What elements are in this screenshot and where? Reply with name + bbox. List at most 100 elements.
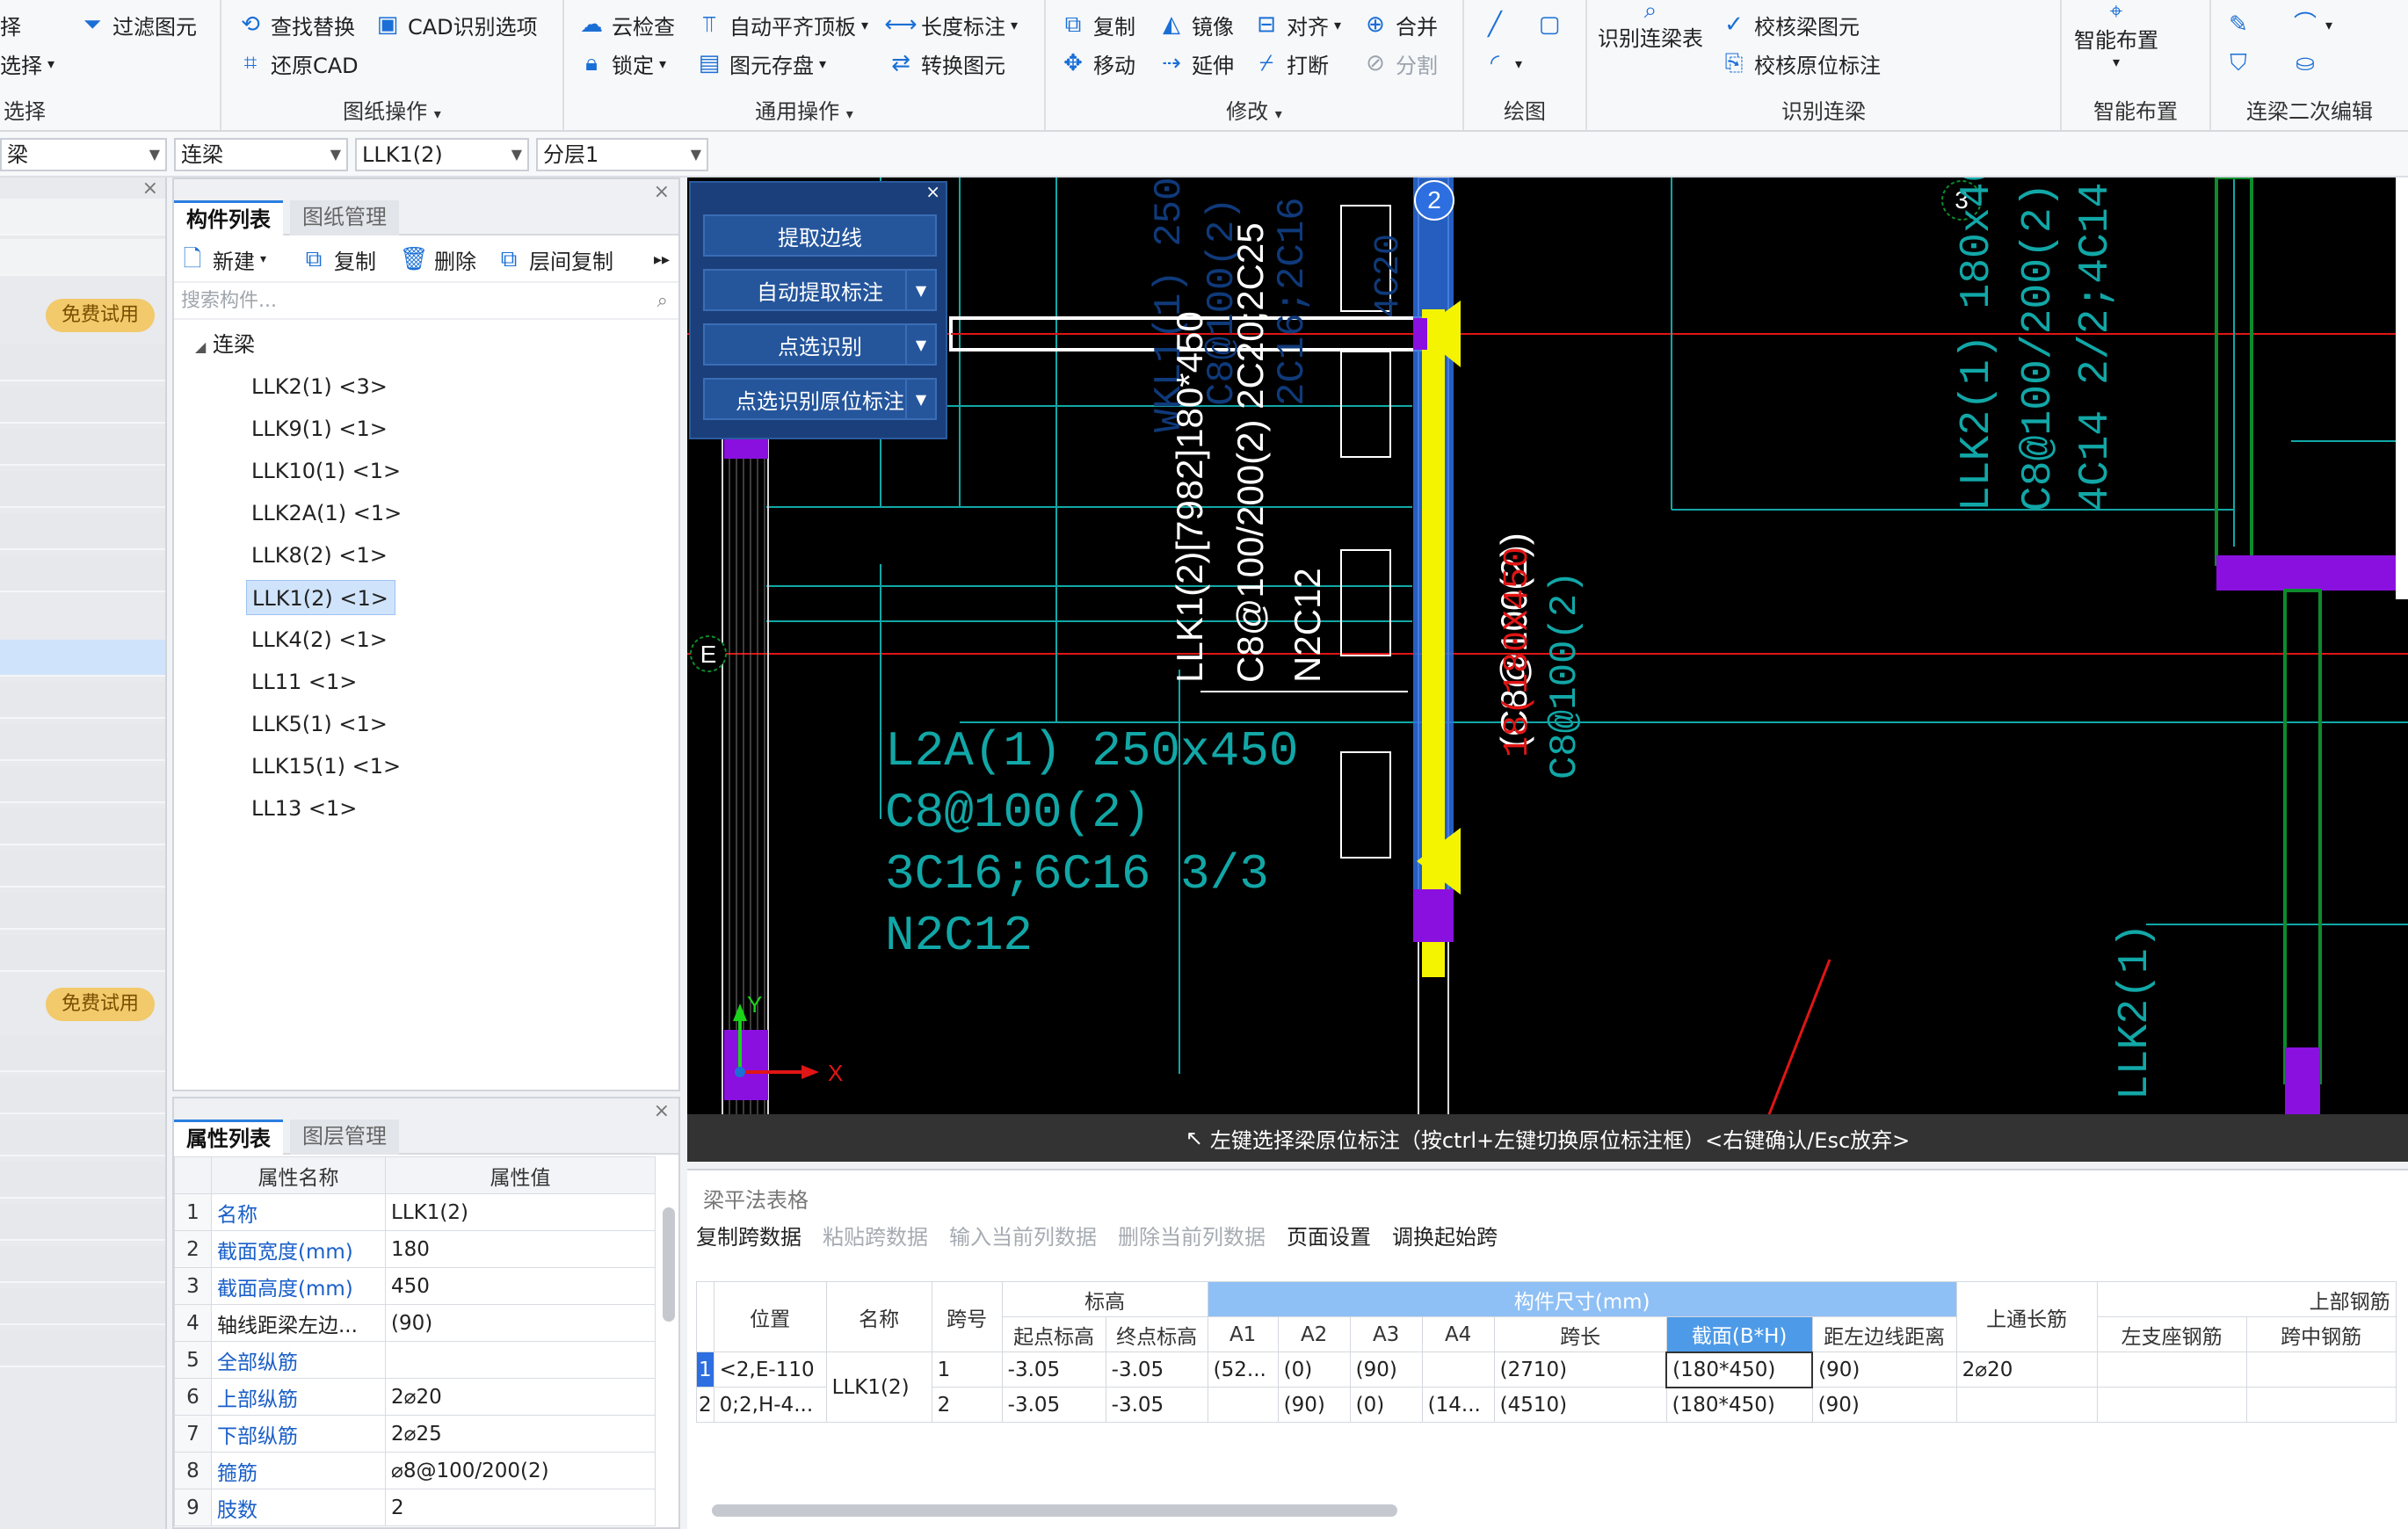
- split-button[interactable]: ⊘ 分割: [1360, 46, 1438, 81]
- chevron-down-icon[interactable]: ▼: [905, 380, 935, 418]
- move-button[interactable]: ✥ 移动: [1058, 46, 1135, 81]
- tree-item[interactable]: LLK2A(1) <1>: [246, 496, 407, 531]
- tree-item[interactable]: LL11 <1>: [246, 664, 362, 699]
- copy-span-button[interactable]: 复制跨数据: [696, 1220, 801, 1255]
- property-row[interactable]: 3 截面高度(mm) 450: [174, 1267, 656, 1305]
- grid-cell-span[interactable]: 1: [931, 1351, 1003, 1388]
- grid-cell-start-elev[interactable]: -3.05: [1001, 1351, 1106, 1388]
- draw-arc-button[interactable]: ◜ ▾: [1480, 46, 1522, 81]
- free-trial-badge[interactable]: 免费试用: [46, 988, 155, 1021]
- grid-cell-end-elev[interactable]: -3.05: [1105, 1387, 1208, 1423]
- tab-layer-management[interactable]: 图层管理: [290, 1120, 399, 1155]
- property-row[interactable]: 4 轴线距梁左边... (90): [174, 1304, 656, 1342]
- tree-item-selected[interactable]: LLK1(2) <1>: [246, 580, 395, 615]
- grid-row-index[interactable]: 1: [696, 1351, 714, 1388]
- grid-row-index[interactable]: 2: [696, 1387, 714, 1423]
- tree-root[interactable]: ◢ 连梁: [190, 327, 260, 362]
- grid-cell-end-elev[interactable]: -3.05: [1105, 1351, 1208, 1388]
- grid-cell-left-support[interactable]: [2096, 1351, 2247, 1388]
- grid-row[interactable]: 1 <2,E-110 LLK1(2) 1 -3.05 -3.05 (52... …: [696, 1351, 2397, 1423]
- component-search[interactable]: 搜索构件... ⌕: [174, 283, 678, 320]
- delete-column-button[interactable]: 删除当前列数据: [1118, 1220, 1266, 1255]
- grid-cell-a4[interactable]: (14...: [1421, 1387, 1495, 1423]
- new-component-button[interactable]: 🗋︎ 新建 ▾: [178, 243, 266, 276]
- cad-options-button[interactable]: ▣ CAD识别选项: [373, 7, 538, 42]
- grid-cell-start-elev[interactable]: -3.05: [1001, 1387, 1106, 1423]
- cad-text-n2c12[interactable]: N2C12: [1287, 568, 1328, 683]
- point-recognize-original-button[interactable]: 点选识别原位标注 ▼: [703, 378, 937, 420]
- nav-row[interactable]: [0, 851, 165, 888]
- nav-row[interactable]: [0, 1077, 165, 1114]
- subtype-select[interactable]: 连梁 ▼: [174, 138, 348, 171]
- grid-cell-a4[interactable]: [1421, 1351, 1495, 1388]
- grid-cell-mid-span[interactable]: [2245, 1351, 2397, 1388]
- grid-cell-a1[interactable]: (52...: [1207, 1351, 1279, 1388]
- nav-row[interactable]: [0, 808, 165, 845]
- property-value[interactable]: LLK1(2): [385, 1193, 656, 1231]
- nav-row[interactable]: [0, 893, 165, 930]
- break-button[interactable]: ⌿ 打断: [1251, 46, 1329, 81]
- draw-line-button[interactable]: ╱: [1480, 7, 1510, 42]
- close-icon[interactable]: ×: [654, 1100, 670, 1122]
- element-storage-button[interactable]: ▤ 图元存盘 ▾: [694, 46, 826, 81]
- grid-cell-position[interactable]: 0;2,H-4...: [713, 1387, 827, 1423]
- auto-extract-label-button[interactable]: 自动提取标注 ▼: [703, 269, 937, 311]
- tree-item[interactable]: LL13 <1>: [246, 791, 362, 826]
- property-value[interactable]: (90): [385, 1304, 656, 1342]
- tab-property-list[interactable]: 属性列表: [174, 1120, 283, 1155]
- cad-text-llk1[interactable]: LLK1(2)[7982]180*450: [1169, 311, 1210, 683]
- property-row[interactable]: 6 上部纵筋 2⌀20: [174, 1378, 656, 1416]
- grid-cell-top-through[interactable]: 2⌀20: [1955, 1351, 2098, 1388]
- grid-cell-a3[interactable]: (90): [1349, 1351, 1423, 1388]
- grid-cell-span[interactable]: 2: [931, 1387, 1003, 1423]
- merge-button[interactable]: ⊕ 合并: [1360, 7, 1438, 42]
- copy-component-button[interactable]: ⧉ 复制: [299, 243, 376, 276]
- nav-row-selected[interactable]: [0, 640, 165, 677]
- tab-drawing-management[interactable]: 图纸管理: [290, 200, 399, 236]
- point-recognize-button[interactable]: 点选识别 ▼: [703, 323, 937, 366]
- tree-item[interactable]: LLK9(1) <1>: [246, 411, 393, 446]
- tree-item[interactable]: LLK5(1) <1>: [246, 707, 393, 742]
- grid-row[interactable]: 2 0;2,H-4... 2 -3.05 -3.05 (90) (0) (14.…: [696, 1387, 2397, 1423]
- more-icon[interactable]: ▸▸: [654, 243, 670, 276]
- extend-button[interactable]: ⇢ 延伸: [1157, 46, 1234, 81]
- swap-start-button[interactable]: 调换起始跨: [1392, 1220, 1498, 1255]
- check-original-button[interactable]: ⎘ 校核原位标注: [1719, 46, 1881, 81]
- grid-header-section[interactable]: 截面(B*H): [1665, 1316, 1813, 1352]
- axis-bubble-e[interactable]: E: [690, 635, 727, 672]
- free-trial-badge[interactable]: 免费试用: [46, 299, 155, 332]
- property-value[interactable]: 2⌀25: [385, 1415, 656, 1453]
- cad-text-stirrup[interactable]: C8@100/200(2) 2C20;2C25: [1229, 222, 1271, 683]
- smart-layout-button[interactable]: ⌖ 智能布置 ▾: [2074, 0, 2158, 70]
- nav-row[interactable]: [0, 471, 165, 508]
- auto-align-button[interactable]: ⫪ 自动平齐顶板 ▾: [694, 7, 868, 42]
- page-setup-button[interactable]: 页面设置: [1287, 1220, 1371, 1255]
- layer-copy-button[interactable]: ⧉ 层间复制: [494, 243, 613, 276]
- tree-item[interactable]: LLK15(1) <1>: [246, 749, 406, 784]
- convert-button[interactable]: ⇄ 转换图元: [886, 46, 1005, 81]
- grid-cell-left-support[interactable]: [2096, 1387, 2247, 1423]
- edit-tool-4[interactable]: ⛀: [2290, 46, 2320, 81]
- grid-cell-distance[interactable]: (90): [1811, 1351, 1957, 1388]
- nav-row[interactable]: [0, 724, 165, 761]
- nav-row[interactable]: [0, 387, 165, 424]
- property-row[interactable]: 1 名称 LLK1(2): [174, 1193, 656, 1231]
- copy-button[interactable]: ⧉ 复制: [1058, 7, 1135, 42]
- cloud-check-button[interactable]: ☁ 云检查: [577, 7, 675, 42]
- draw-rect-button[interactable]: ▢: [1534, 7, 1564, 42]
- input-column-button[interactable]: 输入当前列数据: [949, 1220, 1097, 1255]
- grid-cell-a2[interactable]: (0): [1277, 1351, 1351, 1388]
- tree-item[interactable]: LLK8(2) <1>: [246, 538, 393, 573]
- nav-row[interactable]: [0, 555, 165, 592]
- type-select[interactable]: 梁 ▼: [0, 138, 167, 171]
- nav-row[interactable]: [0, 1035, 165, 1072]
- grid-cell-top-through[interactable]: [1955, 1387, 2098, 1423]
- mirror-button[interactable]: ◭ 镜像: [1157, 7, 1234, 42]
- nav-row[interactable]: [0, 1246, 165, 1283]
- property-value[interactable]: ⌀8@100/200(2): [385, 1452, 656, 1489]
- extract-edge-button[interactable]: 提取边线: [703, 214, 937, 257]
- close-icon[interactable]: ×: [925, 181, 940, 202]
- nav-row[interactable]: [0, 199, 165, 236]
- grid-cell-section-active[interactable]: (180*450): [1665, 1351, 1814, 1388]
- property-value[interactable]: 180: [385, 1230, 656, 1268]
